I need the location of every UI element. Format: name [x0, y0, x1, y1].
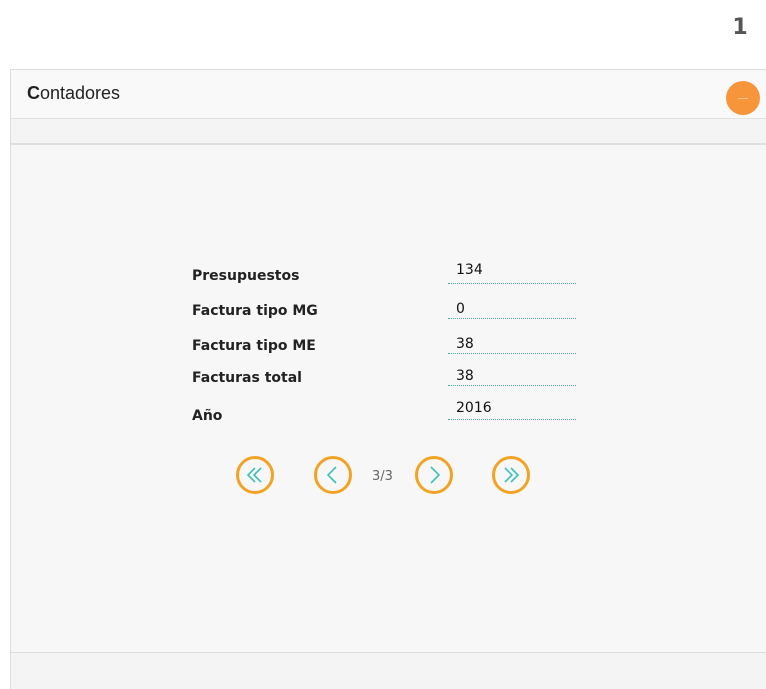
field-factura-mg[interactable]: 0 [448, 297, 576, 319]
field-facturas-total[interactable]: 38 [448, 364, 576, 386]
field-ano[interactable]: 2016 [448, 398, 576, 420]
label-factura-me: Factura tipo ME [192, 338, 316, 354]
previous-page-button[interactable] [314, 456, 352, 494]
double-chevron-right-icon [504, 467, 520, 483]
field-presupuestos[interactable]: 134 [448, 262, 576, 284]
double-chevron-left-icon [246, 467, 262, 483]
form-row-presupuestos: Presupuestos 134 [192, 262, 592, 288]
minimize-button[interactable] [726, 81, 760, 115]
form-row-facturas-total: Facturas total 38 [192, 364, 592, 390]
window-titlebar: Contadores [11, 70, 766, 119]
last-page-button[interactable] [492, 456, 530, 494]
chevron-left-icon [326, 466, 337, 484]
callout-1: 1 [732, 14, 748, 40]
label-presupuestos: Presupuestos [192, 268, 300, 284]
page-indicator: 3/3 [372, 469, 393, 484]
form-row-factura-me: Factura tipo ME 38 [192, 332, 592, 358]
chevron-right-icon [430, 466, 441, 484]
label-ano: Año [192, 408, 223, 424]
minus-icon [738, 97, 748, 99]
first-page-button[interactable] [236, 456, 274, 494]
window-title-rest: ontadores [40, 83, 121, 103]
next-page-button[interactable] [415, 456, 453, 494]
footer-strip [11, 652, 766, 689]
window-title-initial: C [27, 83, 40, 103]
label-factura-mg: Factura tipo MG [192, 303, 318, 319]
field-factura-me[interactable]: 38 [448, 332, 576, 354]
form-row-ano: Año 2016 [192, 398, 592, 424]
toolbar-strip [11, 119, 766, 145]
label-facturas-total: Facturas total [192, 370, 302, 386]
window-title: Contadores [27, 83, 120, 104]
form-row-factura-mg: Factura tipo MG 0 [192, 297, 592, 323]
